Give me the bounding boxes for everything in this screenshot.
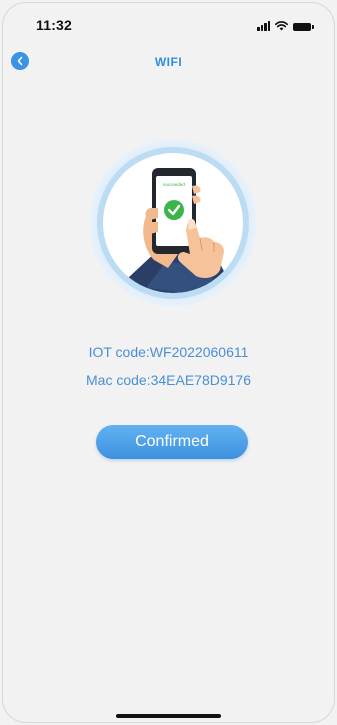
phone-success-image: succeeded <box>89 139 257 307</box>
phone-screen-text: succeeded <box>163 182 185 187</box>
device-frame <box>2 2 335 723</box>
iot-code-text: IOT code:WF2022060611 <box>88 344 249 360</box>
success-illustration: succeeded <box>88 138 258 308</box>
app-screen: 11:32 WIFI succeeded IOT code:WF20220606… <box>0 0 337 725</box>
cellular-signal-icon <box>257 21 270 31</box>
status-bar: 11:32 <box>0 0 337 40</box>
status-icons <box>257 19 314 31</box>
confirmed-button[interactable]: Confirmed <box>96 425 248 459</box>
wifi-icon <box>275 21 288 31</box>
home-indicator[interactable] <box>116 714 221 718</box>
mac-code-text: Mac code:34EAE78D9176 <box>86 372 251 388</box>
page-title: WIFI <box>154 55 183 69</box>
battery-icon <box>293 23 314 31</box>
nav-bar: WIFI <box>0 44 337 76</box>
status-time: 11:32 <box>36 17 73 33</box>
confirmed-button-label: Confirmed <box>135 433 209 450</box>
